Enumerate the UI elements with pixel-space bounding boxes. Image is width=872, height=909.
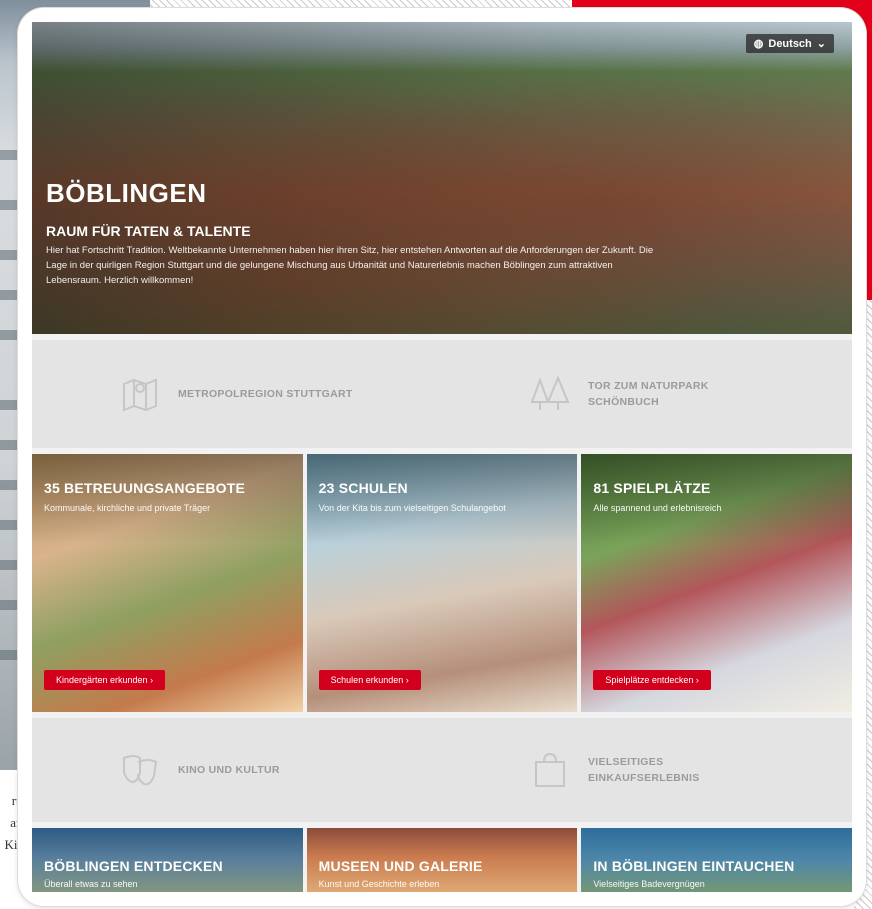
chevron-down-icon: ⌄ [816,38,826,50]
tablet-frame: ◍ Deutsch ⌄ BÖBLINGEN RAUM FÜR TATEN & T… [18,8,866,906]
trees-icon [530,375,570,412]
tile-subtitle: Von der Kita bis zum vielseitigen Schula… [318,503,506,513]
feature-row-bottom: KINO UND KULTUR VIELSEITIGES EINKAUFSERL… [32,718,852,822]
page-title: BÖBLINGEN [46,178,207,208]
tile-subtitle: Alle spannend und erlebnisreich [593,503,722,513]
kindergarten-button[interactable]: Kindergärten erkunden › [44,670,166,690]
tile-schulen[interactable]: 23 SCHULEN Von der Kita bis zum vielseit… [306,454,578,712]
spielplaetze-button[interactable]: Spielplätze entdecken › [593,670,711,690]
feature-label: KINO UND KULTUR [178,764,280,776]
bottom-tiles: BÖBLINGEN ENTDECKEN Überall etwas zu seh… [32,828,852,892]
tile-subtitle: Vielseitiges Badevergnügen [593,879,705,889]
hero-subtitle: RAUM FÜR TATEN & TALENTE [46,223,251,239]
feature-kino-kultur[interactable]: KINO UND KULTUR [32,718,442,822]
hero-text: BÖBLINGEN RAUM FÜR TATEN & TALENTE Hier … [46,178,666,288]
tile-subtitle: Kommunale, kirchliche und private Träger [44,503,211,513]
tile-eintauchen[interactable]: IN BÖBLINGEN EINTAUCHEN Vielseitiges Bad… [581,828,852,892]
language-label: Deutsch [768,37,812,50]
feature-metropolregion[interactable]: METROPOLREGION STUTTGART [32,340,442,448]
tile-spielplaetze[interactable]: 81 SPIELPLÄTZE Alle spannend und erlebni… [581,454,852,712]
feature-row-top: METROPOLREGION STUTTGART TOR ZUM NATURPA… [32,340,852,448]
map-icon [120,376,160,412]
feature-label: METROPOLREGION STUTTGART [178,388,353,400]
language-selector[interactable]: ◍ Deutsch ⌄ [745,34,834,53]
website-screen: ◍ Deutsch ⌄ BÖBLINGEN RAUM FÜR TATEN & T… [32,22,852,892]
feature-einkaufen[interactable]: VIELSEITIGES EINKAUFSERLEBNIS [442,718,852,822]
magazine-page: rt- ar: Kio ◍ Deutsch ⌄ BÖBLINGEN RAUM F… [0,0,872,909]
tile-title: 81 SPIELPLÄTZE [593,480,711,496]
tile-subtitle: Kunst und Geschichte erleben [318,879,440,889]
tile-betreuung[interactable]: 35 BETREUUNGSANGEBOTE Kommunale, kirchli… [32,454,303,712]
hero-body-text: Hier hat Fortschritt Tradition. Weltbeka… [46,245,654,286]
feature-label: TOR ZUM NATURPARK SCHÖNBUCH [588,380,709,408]
tile-subtitle: Überall etwas zu sehen [44,879,138,889]
tile-museen[interactable]: MUSEEN UND GALERIE Kunst und Geschichte … [306,828,578,892]
tile-title: IN BÖBLINGEN EINTAUCHEN [593,858,795,874]
tile-title: BÖBLINGEN ENTDECKEN [44,858,223,874]
tile-title: 23 SCHULEN [318,480,408,496]
theater-masks-icon [120,752,160,788]
hero-banner: ◍ Deutsch ⌄ BÖBLINGEN RAUM FÜR TATEN & T… [32,22,852,334]
shopping-bag-icon [530,752,570,788]
info-tiles: 35 BETREUUNGSANGEBOTE Kommunale, kirchli… [32,454,852,712]
schulen-button[interactable]: Schulen erkunden › [318,670,421,690]
tile-entdecken[interactable]: BÖBLINGEN ENTDECKEN Überall etwas zu seh… [32,828,303,892]
tile-title: 35 BETREUUNGSANGEBOTE [44,480,246,496]
tile-title: MUSEEN UND GALERIE [318,858,483,874]
feature-label: VIELSEITIGES EINKAUFSERLEBNIS [588,756,700,784]
feature-naturpark[interactable]: TOR ZUM NATURPARK SCHÖNBUCH [442,340,852,448]
globe-icon: ◍ [753,38,764,50]
